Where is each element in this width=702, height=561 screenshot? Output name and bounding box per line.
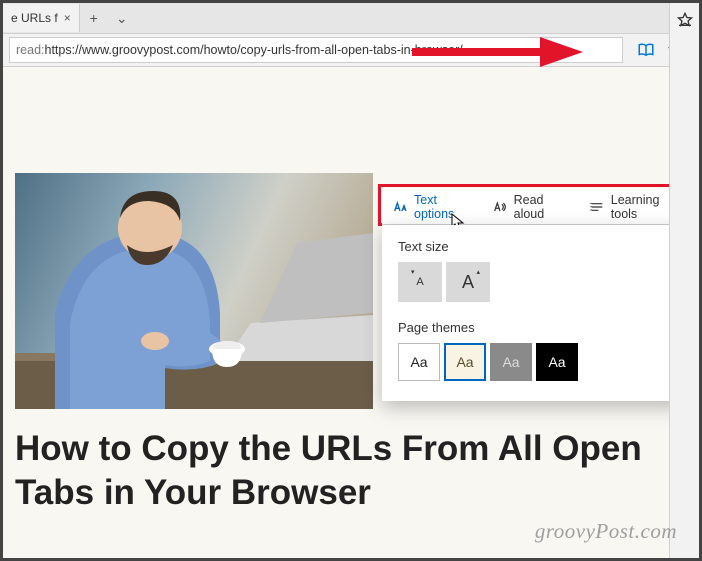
article-hero-image [15,173,373,409]
text-options-icon [392,199,408,215]
text-options-panel: Text size ▾ A ▴ A Page themes Aa Aa Aa A… [382,225,669,401]
tab-strip: e URLs f × + ⌄ [3,3,699,33]
text-options-label: Text options [414,193,472,221]
reading-view-icon[interactable] [637,41,655,59]
learning-tools-icon [589,199,605,215]
read-aloud-label: Read aloud [514,193,569,221]
learning-tools-button[interactable]: Learning tools [579,189,669,224]
watermark: groovyPost.com [535,519,677,544]
theme-dark-button[interactable]: Aa [536,343,578,381]
new-tab-button[interactable]: + [80,4,108,32]
up-caret-icon: ▴ [476,268,480,276]
read-aloud-icon [492,199,508,215]
close-icon[interactable]: × [64,11,71,25]
browser-tab[interactable]: e URLs f × [3,4,80,32]
address-bar: read:https://www.groovypost.com/howto/co… [3,33,699,67]
theme-gray-button[interactable]: Aa [490,343,532,381]
page-themes-controls: Aa Aa Aa Aa [398,343,669,381]
url-field[interactable]: read:https://www.groovypost.com/howto/co… [9,37,623,63]
decrease-text-button[interactable]: ▾ A [398,262,442,302]
url-text: https://www.groovypost.com/howto/copy-ur… [45,43,463,57]
increase-text-button[interactable]: ▴ A [446,262,490,302]
text-options-button[interactable]: Text options [382,189,482,224]
article-headline: How to Copy the URLs From All Open Tabs … [15,427,649,515]
learning-tools-label: Learning tools [611,193,669,221]
page-themes-label: Page themes [398,320,669,335]
down-caret-icon: ▾ [411,268,415,276]
reading-view-toolbar: Text options Read aloud Learning tools [382,189,669,225]
page-content: How to Copy the URLs From All Open Tabs … [3,67,669,558]
text-size-label: Text size [398,239,669,254]
tab-title: e URLs f [11,11,58,25]
theme-sepia-button[interactable]: Aa [444,343,486,381]
read-aloud-button[interactable]: Read aloud [482,189,579,224]
text-size-controls: ▾ A ▴ A [398,262,669,302]
tab-menu-chevron-icon[interactable]: ⌄ [108,4,136,32]
right-toolbar [669,3,699,558]
favorites-hub-icon[interactable] [676,11,694,29]
url-scheme: read: [16,43,45,57]
theme-light-button[interactable]: Aa [398,343,440,381]
